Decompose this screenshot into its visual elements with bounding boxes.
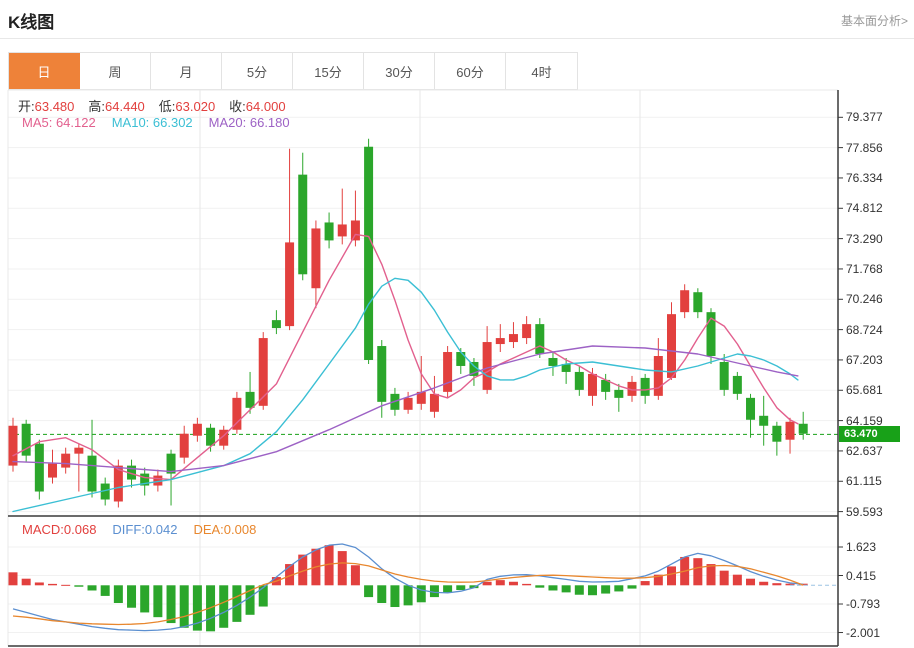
- ohlc-value: 63.020: [175, 99, 215, 114]
- ma-legend-item: MA10: 66.302: [112, 115, 193, 130]
- current-price-badge: 63.470: [839, 426, 900, 442]
- macd-legend-item: MACD:0.068: [22, 522, 96, 537]
- macd-tick-label: -0.793: [846, 597, 880, 611]
- ma-legend-item: MA5: 64.122: [22, 115, 96, 130]
- macd-tick-label: -2.001: [846, 626, 880, 640]
- ohlc-value: 64.440: [105, 99, 145, 114]
- ohlc-label: 收:: [229, 99, 246, 114]
- ohlc-label: 低:: [159, 99, 176, 114]
- macd-tick-label: 0.415: [846, 569, 876, 583]
- macd-legend-item: DEA:0.008: [193, 522, 256, 537]
- ohlc-value: 64.000: [246, 99, 286, 114]
- macd-legend: MACD:0.068 DIFF:0.042 DEA:0.008: [22, 522, 272, 537]
- ohlc-legend: 开:63.480 高:64.440 低:63.020 收:64.000: [18, 96, 300, 115]
- kline-page: K线图 基本面分析> 日周月5分15分30分60分4时 开:63.480高:64…: [0, 0, 914, 648]
- macd-tick-label: 1.623: [846, 540, 876, 554]
- ohlc-label: 高:: [88, 99, 105, 114]
- ohlc-value: 63.480: [35, 99, 75, 114]
- ohlc-label: 开:: [18, 99, 35, 114]
- macd-axis: 1.623 0.415 -0.793 -2.001: [840, 0, 914, 648]
- ma-legend-item: MA20: 66.180: [209, 115, 290, 130]
- ma-legend: MA5: 64.122 MA10: 66.302 MA20: 66.180: [22, 115, 306, 130]
- macd-legend-item: DIFF:0.042: [112, 522, 177, 537]
